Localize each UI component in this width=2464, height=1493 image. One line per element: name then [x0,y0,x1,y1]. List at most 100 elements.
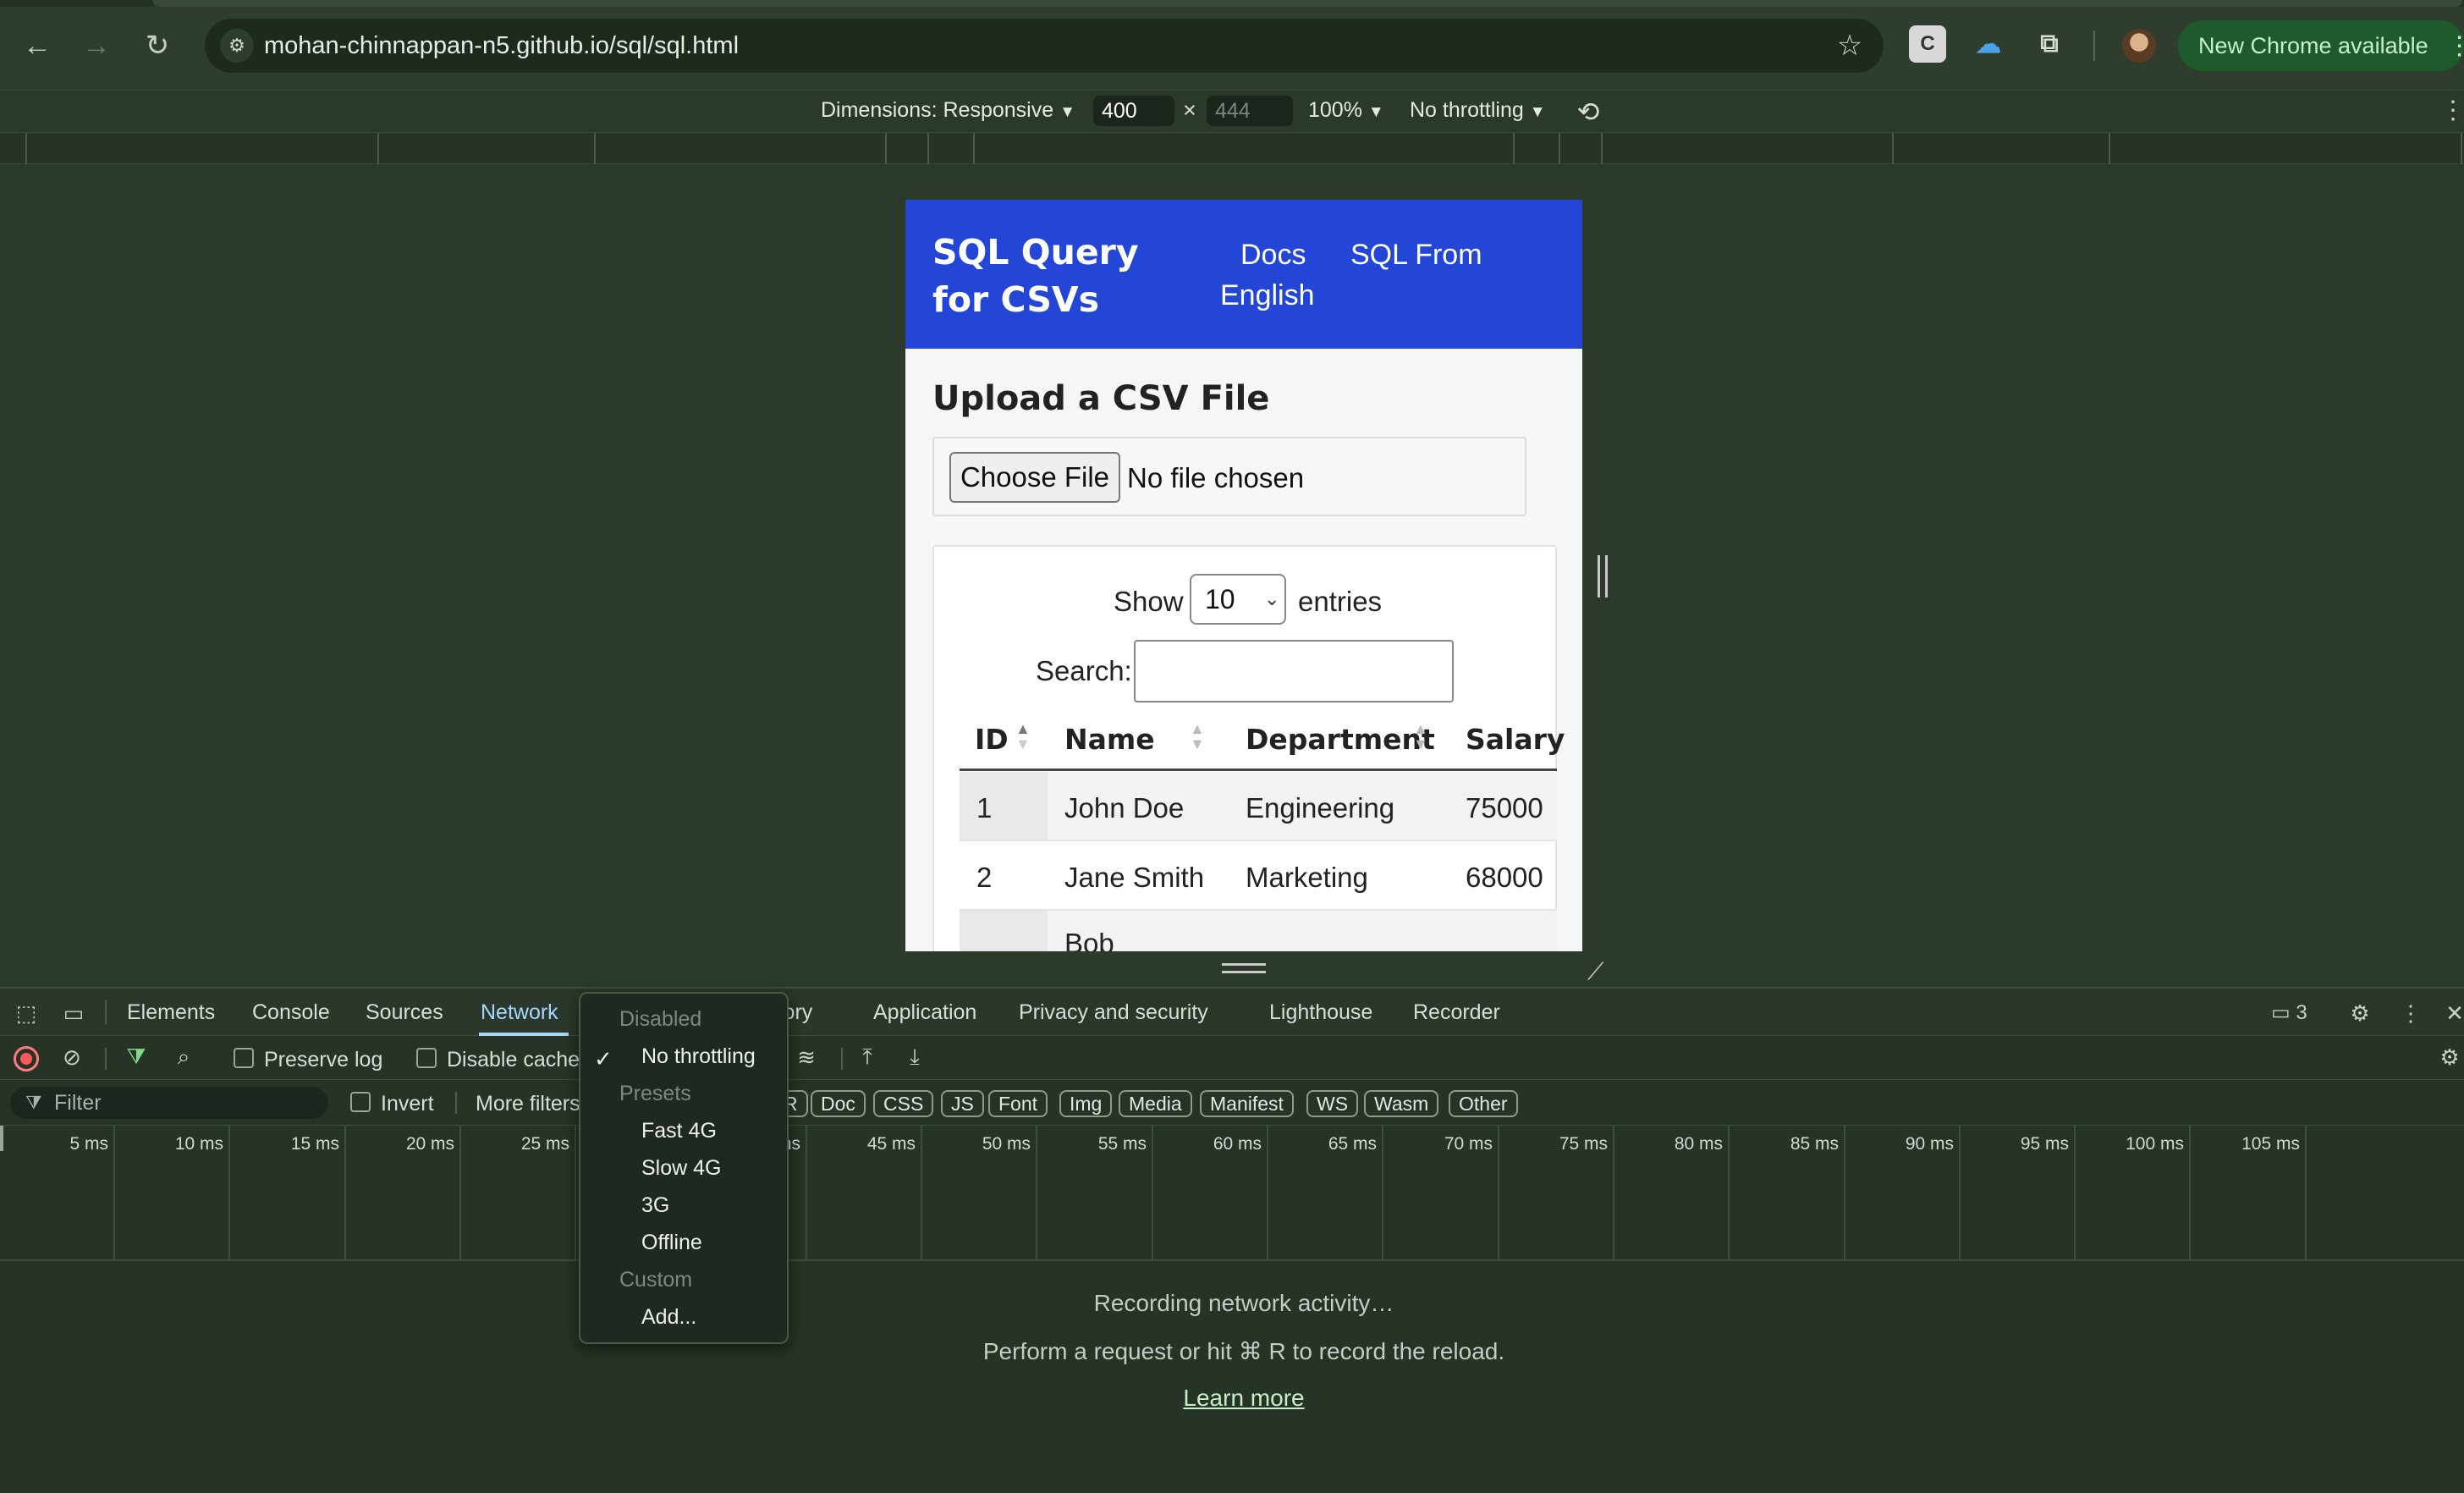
entries-select[interactable]: 10 ⌄ [1190,574,1286,625]
filter-chip-manifest[interactable]: Manifest [1200,1090,1294,1117]
timeline-tick-label: 5 ms [69,1134,108,1154]
bookmark-star-icon[interactable]: ☆ [1829,25,1870,66]
menu-item-fast-4g[interactable]: Fast 4G [641,1119,717,1143]
resize-corner-icon[interactable]: ⟋ [1587,958,1613,984]
table-row[interactable]: Bob [960,911,1557,951]
nav-link-sql-from[interactable]: SQL From [1350,239,1482,272]
timeline-gridline [459,1126,461,1261]
menu-item-slow-4g[interactable]: Slow 4G [641,1156,721,1181]
device-width-input[interactable]: 400 [1093,96,1174,126]
active-tab[interactable] [152,0,2462,7]
filter-chip-media[interactable]: Media [1119,1090,1192,1117]
preserve-log-checkbox[interactable] [234,1048,254,1068]
network-settings-gear-icon[interactable]: ⚙ [2434,1041,2464,1073]
tab-console[interactable]: Console [252,1000,330,1025]
export-har-icon[interactable]: ⤓ [899,1041,931,1073]
timeline-tick-label: 45 ms [866,1134,916,1154]
record-button[interactable] [14,1046,39,1072]
back-icon[interactable]: ← [14,22,61,69]
menu-item-add[interactable]: Add... [641,1305,696,1330]
tab-sources[interactable]: Sources [366,1000,443,1025]
zoom-dropdown[interactable]: 100% ▼ [1308,98,1384,123]
filter-chip-doc[interactable]: Doc [811,1090,866,1117]
nav-link-english[interactable]: English [1220,279,1315,312]
tab-lighthouse[interactable]: Lighthouse [1269,1000,1372,1025]
tab-recorder[interactable]: Recorder [1413,1000,1500,1025]
settings-gear-icon[interactable]: ⚙ [2344,997,2376,1029]
close-icon[interactable]: ✕ [2439,997,2464,1029]
forward-icon[interactable]: → [73,22,120,69]
throttle-dropdown[interactable]: No throttling ▼ [1410,98,1546,123]
clear-icon[interactable]: ⊘ [56,1041,88,1073]
filter-input[interactable]: ⧩ Filter [10,1087,328,1119]
timeline-tick-label: 20 ms [405,1134,454,1154]
sort-icon[interactable]: ▲ ▼ [1413,721,1428,752]
filter-chip-wasm[interactable]: Wasm [1364,1090,1439,1117]
tab-privacy-security[interactable]: Privacy and security [1019,1000,1208,1025]
filter-chip-other[interactable]: Other [1449,1090,1518,1117]
tab-elements[interactable]: Elements [127,1000,215,1025]
network-timeline-overview[interactable]: 5 ms10 ms15 ms20 ms25 mss40 ms45 ms50 ms… [0,1126,2464,1261]
column-header-salary[interactable]: Salary [1466,723,1565,756]
ruler-tick [594,133,596,165]
learn-more-link[interactable]: Learn more [0,1385,2464,1412]
device-toggle-icon[interactable]: ▭ [58,997,90,1029]
reload-icon[interactable]: ↻ [134,22,181,69]
cloud-extension-icon[interactable]: ☁ [1970,25,2007,63]
column-header-department[interactable]: Department [1246,723,1435,756]
media-query-ruler[interactable] [0,132,2464,165]
filter-chip-css[interactable]: CSS [873,1090,934,1117]
filter-chip-js[interactable]: JS [941,1090,984,1117]
site-header: SQL Query for CSVs Docs SQL From English [905,200,1582,349]
rotate-icon[interactable]: ⟲ [1570,94,1606,129]
filter-funnel-icon[interactable]: ⧩ [120,1041,152,1073]
nav-link-docs[interactable]: Docs [1240,239,1306,272]
extension-c-icon[interactable]: C [1909,25,1946,63]
column-header-name[interactable]: Name [1064,723,1155,756]
filter-chip-font[interactable]: Font [988,1090,1048,1117]
invert-checkbox[interactable] [350,1092,371,1112]
choose-file-button[interactable]: Choose File [949,452,1120,503]
timeline-handle[interactable] [0,1126,3,1151]
tab-network[interactable]: Network [481,1000,558,1025]
import-har-icon[interactable]: ⤒ [851,1041,883,1073]
search-icon[interactable]: ⌕ [168,1041,200,1073]
disable-cache-checkbox[interactable] [416,1048,437,1068]
network-conditions-icon[interactable]: ≋ [790,1041,822,1073]
timeline-gridline [1267,1126,1268,1261]
extensions-puzzle-icon[interactable]: ⧉ [2031,25,2068,63]
search-label: Search: [1036,655,1132,686]
sort-icon[interactable]: ▲ ▼ [1190,721,1205,752]
resize-handle-right[interactable] [1598,555,1608,598]
emulated-device-frame: SQL Query for CSVs Docs SQL From English… [905,200,1582,951]
site-title[interactable]: SQL Query for CSVs [932,229,1203,323]
issues-badge[interactable]: ▭ 3 [2271,1000,2307,1025]
table-row[interactable]: 2 Jane Smith Marketing 68000 [960,841,1557,911]
chrome-update-button[interactable]: New Chrome available ⋮ [2178,20,2464,71]
profile-avatar[interactable] [2122,29,2156,63]
filter-chip-ws[interactable]: WS [1306,1090,1359,1117]
menu-item-no-throttling[interactable]: No throttling [641,1044,756,1069]
resize-handle-bottom[interactable] [1222,963,1266,973]
disable-cache-label: Disable cache [447,1048,580,1072]
menu-item-3g[interactable]: 3G [641,1193,669,1218]
menu-item-offline[interactable]: Offline [641,1231,702,1255]
timeline-gridline [1498,1126,1499,1261]
site-info-icon[interactable]: ⚙ [220,29,254,63]
more-options-icon[interactable]: ⋮ [2395,997,2427,1029]
url-text[interactable]: mohan-chinnappan-n5.github.io/sql/sql.ht… [264,32,739,60]
column-header-id[interactable]: ID [975,723,1009,756]
checkmark-icon: ✓ [594,1046,613,1072]
address-bar[interactable]: ⚙ mohan-chinnappan-n5.github.io/sql/sql.… [205,19,1884,73]
tab-application[interactable]: Application [873,1000,976,1025]
filter-chip-img[interactable]: Img [1059,1090,1113,1117]
table-row[interactable]: 1 John Doe Engineering 75000 [960,772,1557,841]
more-options-icon[interactable]: ⋮ [2440,96,2464,125]
device-height-input[interactable]: 444 [1207,96,1293,126]
ruler-tick [1601,133,1603,165]
inspect-element-icon[interactable]: ⬚ [10,997,42,1029]
sort-asc-icon[interactable]: ▲ ▼ [1015,721,1031,752]
dimensions-dropdown[interactable]: Dimensions: Responsive ▼ [821,98,1075,123]
more-filters-dropdown[interactable]: More filters [476,1092,580,1116]
table-search-input[interactable] [1134,640,1454,702]
